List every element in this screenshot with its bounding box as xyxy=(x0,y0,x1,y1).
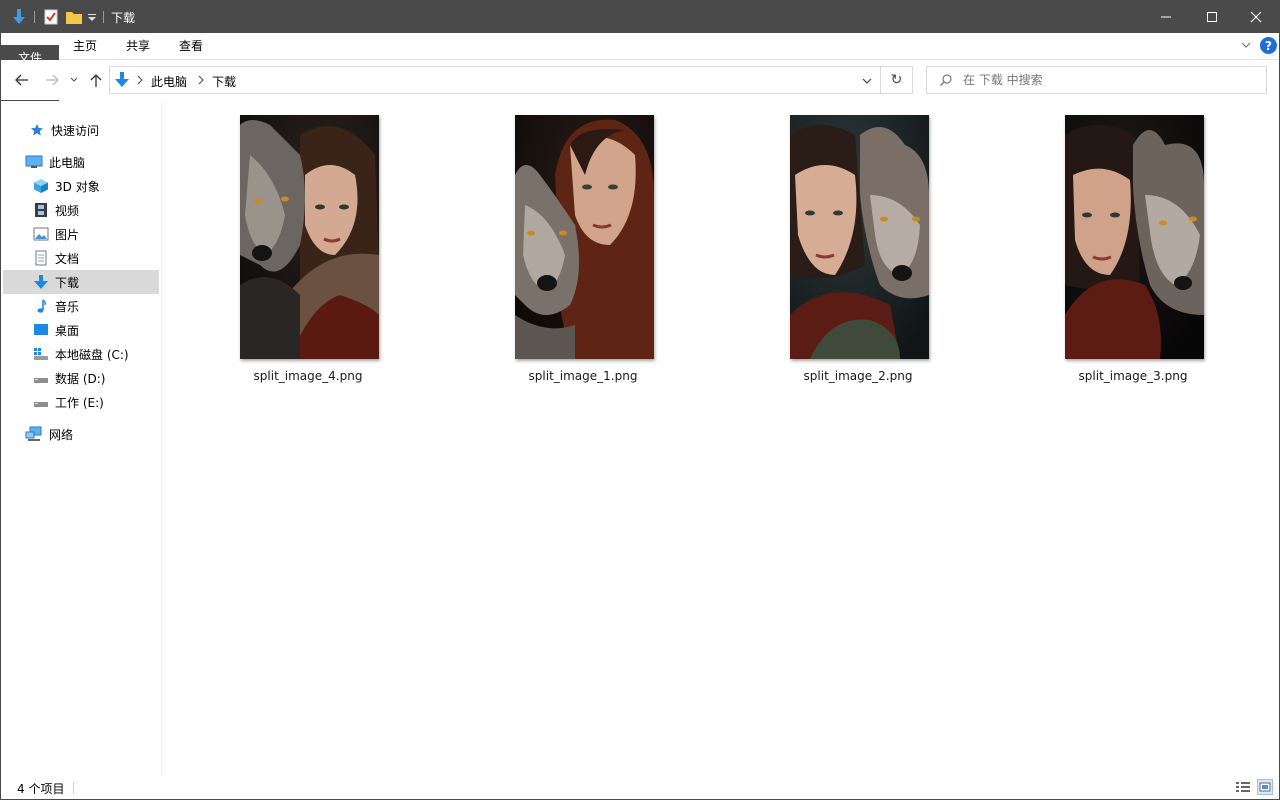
download-arrow-icon xyxy=(11,8,27,26)
file-item[interactable]: split_image_2.png xyxy=(768,113,948,393)
file-item[interactable]: split_image_1.png xyxy=(493,113,673,393)
network-icon xyxy=(25,426,43,442)
close-button[interactable] xyxy=(1233,1,1279,33)
maximize-button[interactable] xyxy=(1189,1,1235,33)
back-button[interactable] xyxy=(11,70,33,90)
film-icon xyxy=(33,202,49,218)
recent-locations-icon[interactable] xyxy=(67,70,81,90)
large-icons-view-icon[interactable] xyxy=(1257,779,1273,795)
picture-icon xyxy=(33,226,49,242)
chevron-right-icon xyxy=(136,74,144,89)
document-icon xyxy=(33,250,49,266)
refresh-icon: ↻ xyxy=(890,72,903,88)
expand-ribbon-icon[interactable] xyxy=(1239,38,1253,55)
sidebar-item-quick-access[interactable]: 快速访问 xyxy=(3,118,185,142)
navigation-pane: 快速访问 此电脑 3D 对象 视频 图片 文档 下载 音乐 桌面 本地磁盘 (C… xyxy=(1,101,162,777)
forward-button[interactable] xyxy=(41,70,63,90)
navigation-bar: 此电脑 下载 ↻ xyxy=(1,60,1279,100)
search-input[interactable] xyxy=(963,71,1253,89)
ribbon-tabs: 文件 主页 共享 查看 ? xyxy=(1,33,1279,325)
help-icon[interactable]: ? xyxy=(1260,37,1277,54)
windows-drive-icon xyxy=(33,346,49,362)
sidebar-item-this-pc[interactable]: 此电脑 xyxy=(3,150,181,174)
image-thumbnail xyxy=(790,115,929,359)
file-name: split_image_2.png xyxy=(803,369,913,383)
image-thumbnail xyxy=(1065,115,1204,359)
star-icon xyxy=(29,122,45,138)
desktop-icon xyxy=(33,322,49,338)
properties-icon[interactable] xyxy=(43,8,59,26)
details-view-icon[interactable] xyxy=(1235,780,1251,797)
computer-icon xyxy=(25,154,43,170)
window-title: 下载 xyxy=(111,11,136,25)
status-bar: 4 个项目 xyxy=(1,777,1279,799)
file-list: split_image_4.png split_image_1.png spli… xyxy=(162,101,1279,777)
up-button[interactable] xyxy=(85,70,107,90)
image-thumbnail xyxy=(240,115,379,359)
music-note-icon xyxy=(33,298,49,314)
status-separator xyxy=(73,782,74,794)
drive-icon xyxy=(33,394,49,410)
download-arrow-icon xyxy=(114,71,130,92)
image-thumbnail xyxy=(515,115,654,359)
breadcrumb-this-pc[interactable]: 此电脑 xyxy=(151,73,187,90)
drive-icon xyxy=(33,370,49,386)
search-icon xyxy=(939,73,953,90)
address-history-chevron-icon[interactable] xyxy=(861,75,873,89)
breadcrumb-downloads[interactable]: 下载 xyxy=(212,73,236,90)
customize-toolbar-icon[interactable] xyxy=(87,8,97,26)
item-count: 4 个项目 xyxy=(17,782,65,796)
cube-icon xyxy=(33,178,49,194)
file-item[interactable]: split_image_3.png xyxy=(1043,113,1223,393)
title-bar: 下载 xyxy=(1,1,1279,33)
tab-view[interactable]: 查看 xyxy=(169,33,213,59)
file-item[interactable]: split_image_4.png xyxy=(218,113,398,393)
file-name: split_image_1.png xyxy=(528,369,638,383)
tab-home[interactable]: 主页 xyxy=(63,33,107,59)
address-bar[interactable]: 此电脑 下载 xyxy=(109,66,881,94)
sidebar-item-downloads[interactable]: 下载 xyxy=(3,270,159,294)
download-arrow-icon xyxy=(33,274,49,290)
refresh-button[interactable]: ↻ xyxy=(881,66,913,94)
file-name: split_image_3.png xyxy=(1078,369,1188,383)
new-folder-icon[interactable] xyxy=(65,8,83,26)
sidebar-item-network[interactable]: 网络 xyxy=(3,422,181,446)
explorer-window: 下载 文件 主页 共享 查看 ? 此电脑 下载 ↻ 在 下载 中搜索 快速访问 … xyxy=(0,0,1280,800)
search-box[interactable] xyxy=(926,66,1267,94)
chevron-right-icon xyxy=(197,74,205,89)
minimize-button[interactable] xyxy=(1143,1,1189,33)
file-name: split_image_4.png xyxy=(253,369,363,383)
tab-share[interactable]: 共享 xyxy=(116,33,160,59)
